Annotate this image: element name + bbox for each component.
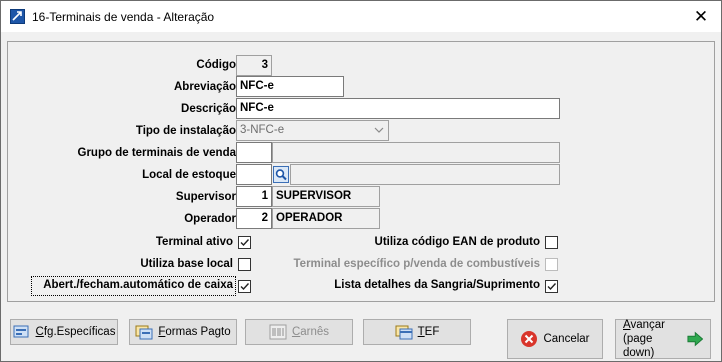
lista-detalhes-checkbox[interactable] — [545, 280, 558, 293]
local-estoque-input[interactable] — [236, 164, 272, 185]
formas-pagto-button[interactable]: Formas Pagto — [129, 319, 237, 345]
descricao-label: Descrição — [181, 103, 236, 115]
codigo-field: 3 — [236, 55, 272, 76]
tipo-instalacao-label: Tipo de instalação — [135, 125, 236, 137]
title-bar: 16-Terminais de venda - Alteração ✕ — [1, 1, 721, 32]
avancar-button[interactable]: Avançar (page down) — [615, 319, 711, 359]
utiliza-ean-label: Utiliza código EAN de produto — [374, 236, 540, 248]
form-panel: Código 3 Abreviação NFC-e Descrição NFC-… — [7, 41, 715, 302]
abreviacao-label: Abreviação — [173, 81, 236, 93]
abert-fecham-label: Abert./fecham.automático de caixa — [43, 279, 233, 291]
supervisor-name: SUPERVISOR — [272, 186, 380, 207]
payment-icon — [135, 325, 153, 340]
chevron-down-icon — [374, 127, 384, 133]
operador-label: Operador — [184, 213, 236, 225]
cancelar-button[interactable]: Cancelar — [507, 319, 603, 359]
terminal-combustiveis-label: Terminal específico p/venda de combustív… — [293, 258, 540, 270]
tef-button[interactable]: TEF — [363, 319, 471, 345]
barcode-icon — [269, 324, 287, 340]
terminal-combustiveis-checkbox[interactable] — [545, 258, 558, 271]
search-icon[interactable] — [273, 166, 289, 183]
operador-input[interactable]: 2 — [236, 208, 272, 229]
abreviacao-input[interactable]: NFC-e — [236, 76, 344, 97]
card-icon — [395, 325, 413, 340]
grupo-terminais-input[interactable] — [236, 142, 272, 163]
close-button[interactable]: ✕ — [681, 1, 721, 32]
local-estoque-name — [290, 164, 560, 185]
cfg-especificas-button[interactable]: Cfg.Específicas — [10, 319, 118, 345]
codigo-label: Código — [196, 59, 236, 71]
grupo-terminais-name — [272, 142, 560, 163]
supervisor-input[interactable]: 1 — [236, 186, 272, 207]
tipo-instalacao-select[interactable]: 3-NFC-e — [236, 120, 389, 141]
lista-detalhes-label: Lista detalhes da Sangria/Suprimento — [334, 279, 540, 291]
utiliza-base-local-label: Utiliza base local — [140, 258, 233, 270]
window-title: 16-Terminais de venda - Alteração — [32, 10, 215, 24]
app-icon — [10, 9, 25, 24]
carnes-button[interactable]: Carnês — [245, 319, 353, 345]
settings-icon — [13, 325, 29, 338]
checkmark-icon — [240, 283, 250, 291]
utiliza-base-local-checkbox[interactable] — [238, 258, 251, 271]
operador-name: OPERADOR — [272, 208, 380, 229]
cancel-icon — [521, 331, 538, 347]
tipo-instalacao-value: 3-NFC-e — [240, 124, 285, 136]
grupo-terminais-label: Grupo de terminais de venda — [77, 147, 236, 159]
terminal-ativo-label: Terminal ativo — [155, 236, 233, 248]
abert-fecham-checkbox[interactable] — [238, 280, 251, 293]
dialog-window: 16-Terminais de venda - Alteração ✕ Códi… — [0, 0, 722, 362]
arrow-right-icon — [686, 331, 703, 347]
checkmark-icon — [547, 283, 557, 291]
descricao-input[interactable]: NFC-e — [236, 98, 560, 119]
terminal-ativo-checkbox[interactable] — [238, 236, 251, 249]
checkmark-icon — [240, 239, 250, 247]
supervisor-label: Supervisor — [175, 191, 236, 203]
local-estoque-label: Local de estoque — [142, 169, 236, 181]
close-icon: ✕ — [693, 7, 709, 26]
utiliza-ean-checkbox[interactable] — [545, 236, 558, 249]
